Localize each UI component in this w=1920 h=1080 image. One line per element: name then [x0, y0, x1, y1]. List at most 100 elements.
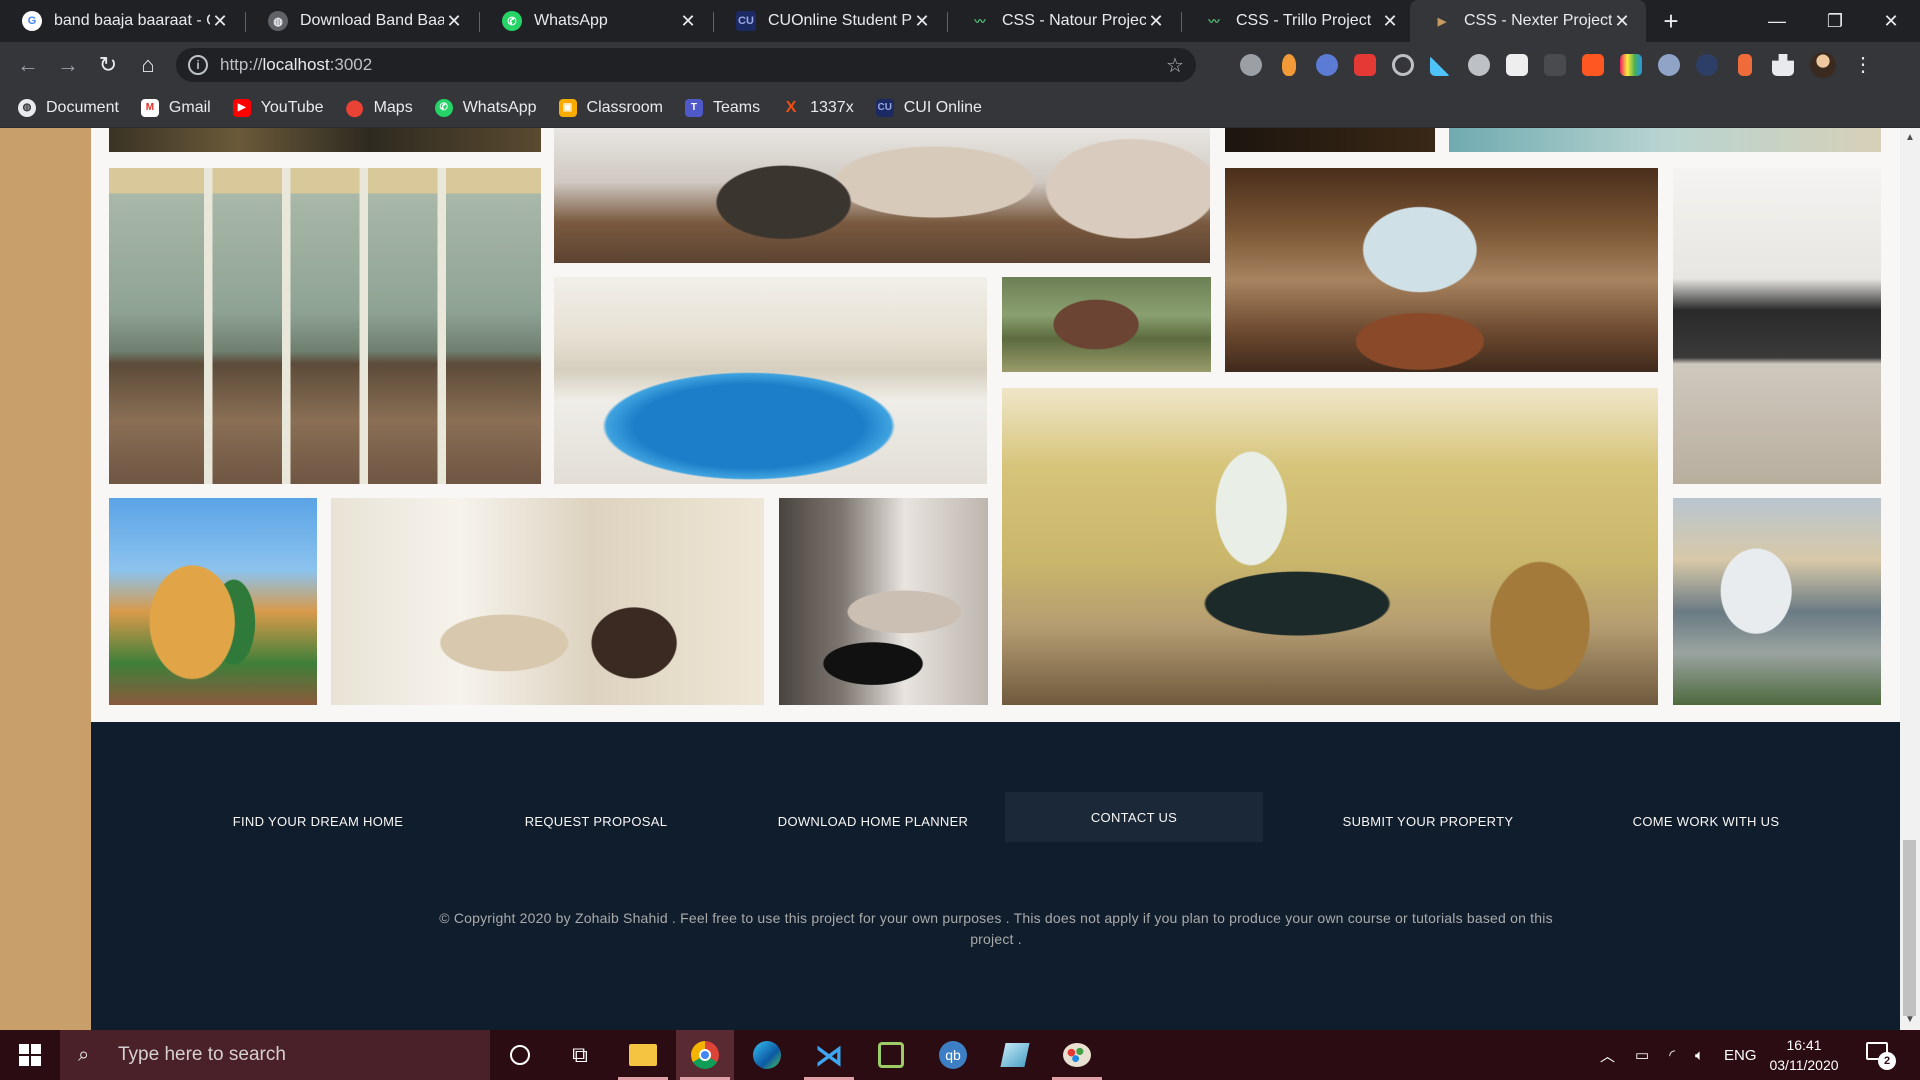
- footer-link-submit-property[interactable]: Submit your property: [1299, 796, 1557, 846]
- menu-icon[interactable]: ⋮: [1852, 54, 1874, 76]
- language-indicator[interactable]: ENG: [1724, 1047, 1757, 1064]
- extension-icon[interactable]: [1738, 54, 1752, 76]
- edge-icon: [753, 1041, 781, 1069]
- new-tab-button[interactable]: +: [1656, 6, 1686, 36]
- address-bar[interactable]: i http://localhost:3002 ☆: [176, 48, 1196, 82]
- scroll-up-arrow-icon[interactable]: ▲: [1900, 130, 1920, 146]
- task-view-button[interactable]: ⧉: [551, 1030, 609, 1080]
- close-icon[interactable]: ✕: [678, 11, 698, 32]
- scrollbar-thumb[interactable]: [1903, 840, 1916, 1016]
- chevron-up-icon[interactable]: ︿: [1600, 1045, 1615, 1066]
- extension-icon[interactable]: [1240, 54, 1262, 76]
- bookmark-classroom[interactable]: ▣ Classroom: [558, 98, 663, 117]
- bookmark-star-icon[interactable]: ☆: [1166, 53, 1196, 78]
- globe-icon: ◍: [268, 11, 288, 31]
- bookmark-teams[interactable]: T Teams: [684, 98, 760, 117]
- info-icon[interactable]: i: [188, 55, 208, 75]
- footer-link-find-dream-home[interactable]: Find your dream home: [189, 796, 447, 846]
- notification-badge: 2: [1878, 1052, 1896, 1070]
- vscode-button[interactable]: ⋊: [800, 1030, 858, 1080]
- bookmark-cui-online[interactable]: CU CUI Online: [875, 98, 982, 117]
- gallery-photo: [1002, 277, 1211, 372]
- cortana-button[interactable]: [491, 1030, 549, 1080]
- taskbar-clock[interactable]: 16:41 03/11/2020: [1764, 1035, 1844, 1075]
- footer-link-contact-us[interactable]: Contact us: [1005, 792, 1263, 842]
- close-window-button[interactable]: ✕: [1862, 0, 1920, 42]
- copyright-text: © Copyright 2020 by Zohaib Shahid . Feel…: [439, 910, 1553, 947]
- gallery-photo: [779, 498, 988, 705]
- minimize-button[interactable]: —: [1748, 0, 1806, 42]
- taskbar-search[interactable]: ⌕ Type here to search: [60, 1030, 490, 1080]
- youtube-icon: ▶: [232, 98, 251, 117]
- tab-download[interactable]: ◍ Download Band Baaja B ✕: [246, 0, 478, 42]
- paint-button[interactable]: [1048, 1030, 1106, 1080]
- wifi-icon[interactable]: ◜: [1669, 1046, 1675, 1064]
- close-icon[interactable]: ✕: [444, 11, 464, 32]
- gallery-photo: [1673, 498, 1881, 705]
- extension-icon[interactable]: [1282, 54, 1296, 76]
- bookmark-label: Document: [46, 98, 119, 116]
- extension-icon[interactable]: [1506, 54, 1528, 76]
- tab-natour[interactable]: 〰 CSS - Natour Project ✕: [948, 0, 1180, 42]
- app-button[interactable]: [986, 1030, 1044, 1080]
- tab-google-search[interactable]: G band baaja baaraat - G ✕: [0, 0, 244, 42]
- forward-button[interactable]: →: [54, 51, 82, 79]
- bookmark-gmail[interactable]: M Gmail: [140, 98, 211, 117]
- bookmark-whatsapp[interactable]: ✆ WhatsApp: [434, 98, 537, 117]
- extension-icon[interactable]: [1696, 54, 1718, 76]
- extension-icon[interactable]: [1620, 54, 1642, 76]
- bookmark-youtube[interactable]: ▶ YouTube: [232, 98, 324, 117]
- tab-trillo[interactable]: 〰 CSS - Trillo Project ✕: [1182, 0, 1414, 42]
- scroll-down-arrow-icon[interactable]: ▼: [1900, 1012, 1920, 1028]
- cui-icon: CU: [875, 98, 894, 117]
- system-tray: ︿ ▭ ◜ 🔈︎ ENG: [1600, 1030, 1757, 1080]
- extension-icon[interactable]: [1354, 54, 1376, 76]
- qbittorrent-button[interactable]: qb: [924, 1030, 982, 1080]
- tab-cuonline[interactable]: CU CUOnline Student Port ✕: [714, 0, 946, 42]
- clock-time: 16:41: [1786, 1037, 1822, 1053]
- start-button[interactable]: [0, 1030, 60, 1080]
- volume-icon[interactable]: 🔈︎: [1695, 1047, 1704, 1064]
- back-button[interactable]: ←: [14, 51, 42, 79]
- extension-icon[interactable]: [1430, 54, 1452, 76]
- gear-icon[interactable]: [1468, 54, 1490, 76]
- reload-button[interactable]: ↻: [94, 51, 122, 79]
- puzzle-icon[interactable]: [1772, 54, 1794, 76]
- edge-button[interactable]: [738, 1030, 796, 1080]
- app-button[interactable]: [862, 1030, 920, 1080]
- battery-icon[interactable]: ▭: [1635, 1046, 1649, 1064]
- gallery-photo: [1225, 128, 1435, 152]
- page-viewport: Find your dream home Request proposal Do…: [0, 128, 1920, 1030]
- app-icon: [878, 1042, 904, 1068]
- file-explorer-button[interactable]: [614, 1030, 672, 1080]
- home-button[interactable]: ⌂: [134, 51, 162, 79]
- avatar[interactable]: [1810, 52, 1836, 78]
- nexter-icon: ▶: [1437, 15, 1447, 28]
- tab-whatsapp[interactable]: ✆ WhatsApp ✕: [480, 0, 712, 42]
- page-scrollbar[interactable]: ▲ ▼: [1900, 128, 1920, 1030]
- footer-link-request-proposal[interactable]: Request proposal: [467, 796, 725, 846]
- extension-icon[interactable]: [1316, 54, 1338, 76]
- footer-link-download-planner[interactable]: Download home planner: [744, 796, 1002, 846]
- extension-icon[interactable]: [1658, 54, 1680, 76]
- close-icon[interactable]: ✕: [1612, 11, 1632, 32]
- vscode-icon: ⋊: [815, 1039, 843, 1071]
- gallery-photo: [1673, 168, 1881, 484]
- notification-center-button[interactable]: 2: [1866, 1042, 1896, 1070]
- extension-icon[interactable]: [1392, 54, 1414, 76]
- footer-link-come-work[interactable]: Come work with us: [1577, 796, 1835, 846]
- extension-icon[interactable]: [1544, 54, 1566, 76]
- chrome-taskbar-button[interactable]: [676, 1030, 734, 1080]
- tab-title: CSS - Trillo Project: [1236, 12, 1372, 29]
- bookmark-maps[interactable]: ⬤ Maps: [346, 99, 413, 117]
- restore-button[interactable]: ❐: [1806, 0, 1864, 42]
- windows-taskbar: ⌕ Type here to search ⧉ ⋊ qb ︿ ▭ ◜ 🔈︎ EN…: [0, 1030, 1920, 1080]
- tab-nexter[interactable]: ▶ CSS - Nexter Project ✕: [1410, 0, 1646, 42]
- bookmark-1337x[interactable]: X 1337x: [782, 99, 854, 117]
- close-icon[interactable]: ✕: [210, 11, 230, 32]
- close-icon[interactable]: ✕: [1380, 11, 1400, 32]
- close-icon[interactable]: ✕: [1146, 11, 1166, 32]
- bookmark-document[interactable]: ◍ Document: [18, 98, 119, 117]
- extension-icon[interactable]: [1582, 54, 1604, 76]
- close-icon[interactable]: ✕: [912, 11, 932, 32]
